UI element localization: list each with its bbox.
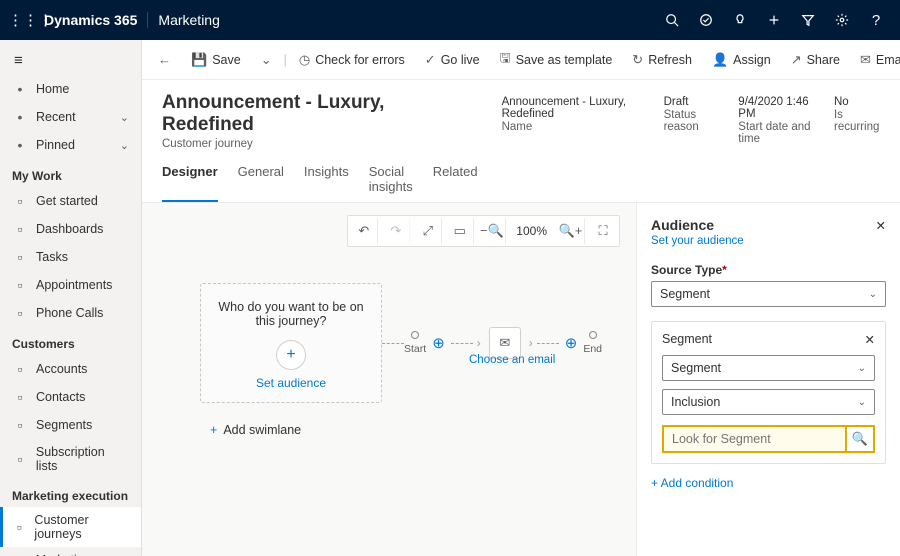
header-meta: Announcement - Luxury, RedefinedName: [502, 96, 646, 202]
play-icon: ▫: [12, 193, 28, 209]
tab-general[interactable]: General: [238, 164, 284, 202]
home-icon: •: [12, 81, 28, 97]
segment-search-input[interactable]: [662, 425, 845, 453]
fullscreen-icon[interactable]: ⛶: [589, 218, 617, 244]
acct-icon: ▫: [12, 361, 28, 377]
contact-icon: ▫: [12, 389, 28, 405]
header-meta: DraftStatus reason: [664, 96, 721, 202]
add-before-email-icon[interactable]: ⊕: [432, 334, 445, 352]
sidebar-item-marketing-emails[interactable]: ▫Marketing emails: [0, 547, 141, 556]
nav-group: My Work: [0, 159, 141, 187]
sidebar-item-get-started[interactable]: ▫Get started: [0, 187, 141, 215]
list-icon: ▫: [12, 451, 28, 467]
brand: Dynamics 365: [44, 12, 137, 28]
seg-icon: ▫: [12, 417, 28, 433]
audience-tile[interactable]: Who do you want to be on this journey? +…: [200, 283, 382, 403]
back-button[interactable]: ←: [150, 47, 179, 72]
sidebar-item-home[interactable]: •Home: [0, 75, 141, 103]
save-template-button[interactable]: 🖫Save as template: [492, 44, 621, 76]
journey-icon: ▫: [12, 519, 26, 535]
remove-segment-icon[interactable]: ✕: [865, 332, 875, 347]
sidebar-item-subscription-lists[interactable]: ▫Subscription lists: [0, 439, 141, 479]
zoom-in-icon[interactable]: 🔍+: [557, 218, 585, 244]
assist-icon[interactable]: [690, 0, 722, 40]
add-condition-link[interactable]: + Add condition: [651, 476, 886, 490]
sidebar-item-segments[interactable]: ▫Segments: [0, 411, 141, 439]
filter-icon[interactable]: [792, 0, 824, 40]
nav-group: Marketing execution: [0, 479, 141, 507]
search-icon[interactable]: [656, 0, 688, 40]
set-audience-link[interactable]: Set audience: [211, 376, 371, 390]
choose-email-link[interactable]: Choose an email: [469, 354, 555, 366]
nav-group: Customers: [0, 327, 141, 355]
dash-icon: ▫: [12, 221, 28, 237]
share-button[interactable]: ↗Share: [783, 47, 848, 73]
audience-panel: Audience ✕ Set your audience Source Type…: [636, 203, 900, 556]
email-link-button[interactable]: ✉Email a Link: [852, 47, 900, 73]
segment-type-select[interactable]: Segment⌄: [662, 355, 875, 381]
canvas-toolbar: ↶ ↷ ⤢ ▭ −🔍 100% 🔍+ ⛶: [347, 215, 620, 247]
tab-designer[interactable]: Designer: [162, 164, 218, 202]
command-bar: ← 💾Save ⌄ | ◷Check for errors ✓Go live 🖫…: [142, 40, 900, 80]
sidebar-item-phone-calls[interactable]: ▫Phone Calls: [0, 299, 141, 327]
add-audience-button[interactable]: +: [276, 340, 306, 370]
app-launcher-icon[interactable]: ⋮⋮⋮: [8, 11, 40, 29]
sidebar-item-recent[interactable]: •Recent⌄: [0, 103, 141, 131]
save-menu[interactable]: ⌄: [253, 47, 280, 73]
source-type-select[interactable]: Segment⌄: [651, 281, 886, 307]
undo-icon[interactable]: ↶: [350, 218, 378, 244]
tab-insights[interactable]: Insights: [304, 164, 349, 202]
fit-icon[interactable]: ⤢: [414, 218, 442, 244]
header-meta: NoIs recurring: [834, 96, 880, 202]
sidebar-item-appointments[interactable]: ▫Appointments: [0, 271, 141, 299]
panel-title: Audience: [651, 217, 714, 233]
task-icon: ▫: [12, 249, 28, 265]
phone-icon: ▫: [12, 305, 28, 321]
add-swimlane-button[interactable]: +Add swimlane: [210, 423, 301, 437]
header-meta: 9/4/2020 1:46 PMStart date and time: [738, 96, 816, 202]
page-subtitle: Customer journey: [162, 138, 478, 150]
sidebar-item-pinned[interactable]: •Pinned⌄: [0, 131, 141, 159]
redo-icon[interactable]: ↷: [382, 218, 410, 244]
go-live-button[interactable]: ✓Go live: [417, 47, 488, 73]
check-errors-button[interactable]: ◷Check for errors: [291, 47, 413, 73]
close-panel-icon[interactable]: ✕: [876, 218, 886, 233]
tab-social-insights[interactable]: Social insights: [369, 164, 413, 202]
add-icon[interactable]: [758, 0, 790, 40]
zoom-level: 100%: [510, 218, 553, 244]
refresh-button[interactable]: ↻Refresh: [624, 47, 700, 73]
cal-icon: ▫: [12, 277, 28, 293]
page-title: Announcement - Luxury, Redefined: [162, 92, 478, 136]
pin-icon: •: [12, 137, 28, 153]
add-after-email-icon[interactable]: ⊕: [565, 334, 578, 352]
zoom-out-icon[interactable]: −🔍: [478, 218, 506, 244]
tab-related[interactable]: Related: [433, 164, 478, 202]
sidebar: ≡ •Home•Recent⌄•Pinned⌄My Work▫Get start…: [0, 40, 142, 556]
map-icon[interactable]: ▭: [446, 218, 474, 244]
sidebar-item-tasks[interactable]: ▫Tasks: [0, 243, 141, 271]
clock-icon: •: [12, 109, 28, 125]
sidebar-item-contacts[interactable]: ▫Contacts: [0, 383, 141, 411]
module-name: Marketing: [147, 12, 219, 28]
hamburger-icon[interactable]: ≡: [0, 46, 141, 75]
assign-button[interactable]: 👤Assign: [704, 47, 779, 73]
help-icon[interactable]: ?: [860, 0, 892, 40]
sidebar-item-dashboards[interactable]: ▫Dashboards: [0, 215, 141, 243]
segment-search-button[interactable]: 🔍: [845, 425, 875, 453]
sidebar-item-customer-journeys[interactable]: ▫Customer journeys: [0, 507, 141, 547]
save-button[interactable]: 💾Save: [183, 47, 249, 73]
sidebar-item-accounts[interactable]: ▫Accounts: [0, 355, 141, 383]
panel-hint[interactable]: Set your audience: [651, 235, 886, 247]
inclusion-select[interactable]: Inclusion⌄: [662, 389, 875, 415]
lightbulb-icon[interactable]: [724, 0, 756, 40]
settings-icon[interactable]: [826, 0, 858, 40]
designer-canvas[interactable]: ↶ ↷ ⤢ ▭ −🔍 100% 🔍+ ⛶ Who do you want to …: [142, 203, 636, 556]
